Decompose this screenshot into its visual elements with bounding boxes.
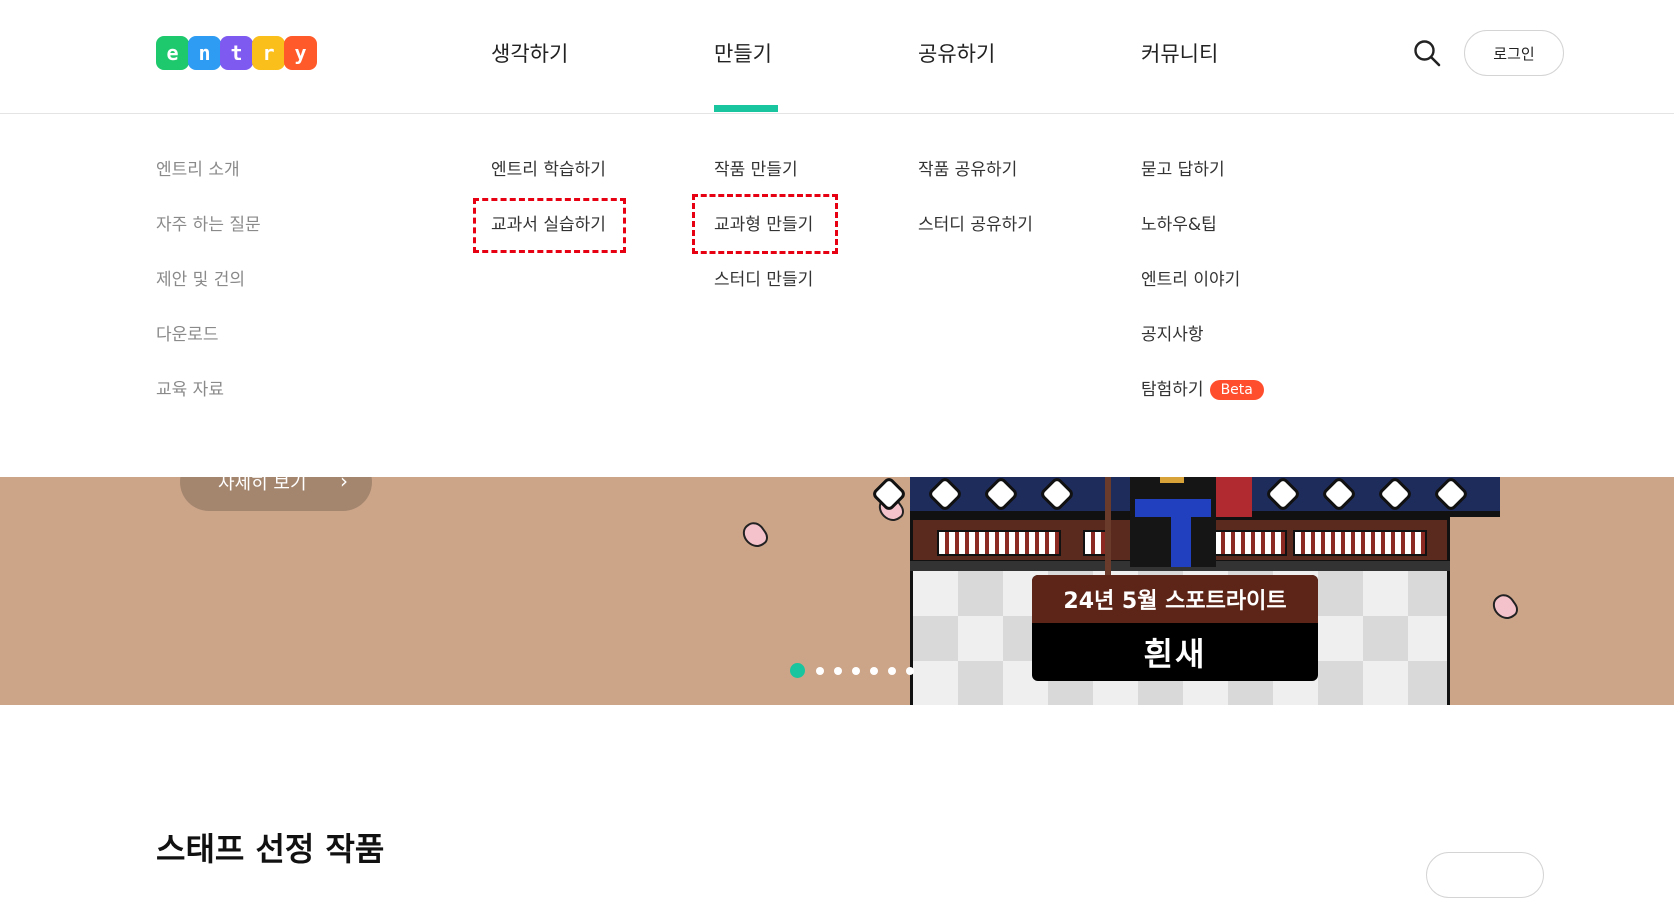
menu-item-qna[interactable]: 묻고 답하기 bbox=[1141, 155, 1264, 210]
character-arm bbox=[1216, 477, 1252, 517]
logo-letter: r bbox=[252, 36, 285, 70]
entry-logo[interactable]: e n t r y bbox=[156, 36, 317, 70]
lattice bbox=[1293, 530, 1427, 556]
spotlight-sign: 24년 5월 스포트라이트 흰새 bbox=[1032, 575, 1318, 681]
lattice bbox=[1213, 530, 1287, 556]
menu-item-edu-material[interactable]: 교육 자료 bbox=[156, 375, 261, 430]
character-hair bbox=[1160, 477, 1184, 483]
logo-letter: t bbox=[220, 36, 253, 70]
carousel-dot[interactable] bbox=[834, 666, 842, 675]
menu-column-share: 작품 공유하기 스터디 공유하기 bbox=[918, 155, 1033, 265]
menu-item-make-study[interactable]: 스터디 만들기 bbox=[714, 265, 813, 320]
nav-make[interactable]: 만들기 bbox=[714, 38, 772, 68]
chevron-right-icon: › bbox=[340, 477, 348, 493]
nav-think[interactable]: 생각하기 bbox=[491, 38, 568, 68]
more-button[interactable] bbox=[1426, 852, 1544, 898]
menu-item-download[interactable]: 다운로드 bbox=[156, 320, 261, 375]
menu-item-explore-label: 탐험하기 bbox=[1141, 380, 1204, 400]
carousel-dot[interactable] bbox=[816, 666, 824, 675]
petal-icon bbox=[1488, 590, 1522, 624]
menu-item-share-study[interactable]: 스터디 공유하기 bbox=[918, 210, 1033, 265]
menu-column-community: 묻고 답하기 노하우&팁 엔트리 이야기 공지사항 탐험하기 Beta bbox=[1141, 155, 1264, 430]
highlight-box-make-subject bbox=[692, 194, 838, 254]
pole bbox=[1105, 477, 1111, 577]
detail-button[interactable]: 자세히 보기 › bbox=[180, 477, 372, 511]
lattice bbox=[937, 530, 1061, 556]
menu-item-entry-story[interactable]: 엔트리 이야기 bbox=[1141, 265, 1264, 320]
carousel-dot[interactable] bbox=[790, 663, 805, 678]
menu-item-notice[interactable]: 공지사항 bbox=[1141, 320, 1264, 375]
active-nav-indicator bbox=[714, 105, 778, 112]
logo-letter: y bbox=[284, 36, 317, 70]
login-button[interactable]: 로그인 bbox=[1464, 30, 1564, 76]
sign-title: 24년 5월 스포트라이트 bbox=[1032, 575, 1318, 623]
petal-icon bbox=[738, 518, 772, 552]
menu-item-share-project[interactable]: 작품 공유하기 bbox=[918, 155, 1033, 210]
section-title: 스태프 선정 작품 bbox=[156, 830, 385, 868]
beta-badge: Beta bbox=[1209, 380, 1264, 400]
logo-letter: e bbox=[156, 36, 189, 70]
carousel-dots bbox=[790, 663, 924, 678]
mega-menu: 엔트리 소개 자주 하는 질문 제안 및 건의 다운로드 교육 자료 엔트리 학… bbox=[0, 114, 1674, 477]
carousel-dot[interactable] bbox=[906, 666, 914, 675]
character-leg bbox=[1171, 507, 1191, 567]
menu-item-explore[interactable]: 탐험하기 Beta bbox=[1141, 375, 1264, 430]
lattice bbox=[1083, 530, 1107, 556]
spotlight-pixel-art: 24년 5월 스포트라이트 흰새 bbox=[870, 477, 1500, 705]
menu-item-entry-intro[interactable]: 엔트리 소개 bbox=[156, 155, 261, 210]
roof-ornament bbox=[870, 477, 908, 513]
search-icon[interactable] bbox=[1413, 39, 1441, 67]
carousel-dot[interactable] bbox=[888, 666, 896, 675]
nav-community[interactable]: 커뮤니티 bbox=[1141, 38, 1218, 68]
menu-item-suggestion[interactable]: 제안 및 건의 bbox=[156, 265, 261, 320]
menu-column-intro: 엔트리 소개 자주 하는 질문 제안 및 건의 다운로드 교육 자료 bbox=[156, 155, 261, 430]
detail-button-label: 자세히 보기 bbox=[218, 477, 307, 494]
sign-name: 흰새 bbox=[1143, 635, 1207, 673]
carousel-dot[interactable] bbox=[852, 666, 860, 675]
logo-letter: n bbox=[188, 36, 221, 70]
site-header: e n t r y 생각하기 만들기 공유하기 커뮤니티 로그인 bbox=[0, 0, 1674, 114]
nav-share[interactable]: 공유하기 bbox=[918, 38, 995, 68]
carousel-dot[interactable] bbox=[870, 666, 878, 675]
menu-item-faq[interactable]: 자주 하는 질문 bbox=[156, 210, 261, 265]
hero-banner: 자세히 보기 › 24년 5월 스포트라이트 흰새 bbox=[0, 477, 1674, 705]
menu-item-tips[interactable]: 노하우&팁 bbox=[1141, 210, 1264, 265]
highlight-box-textbook-practice bbox=[473, 198, 626, 253]
